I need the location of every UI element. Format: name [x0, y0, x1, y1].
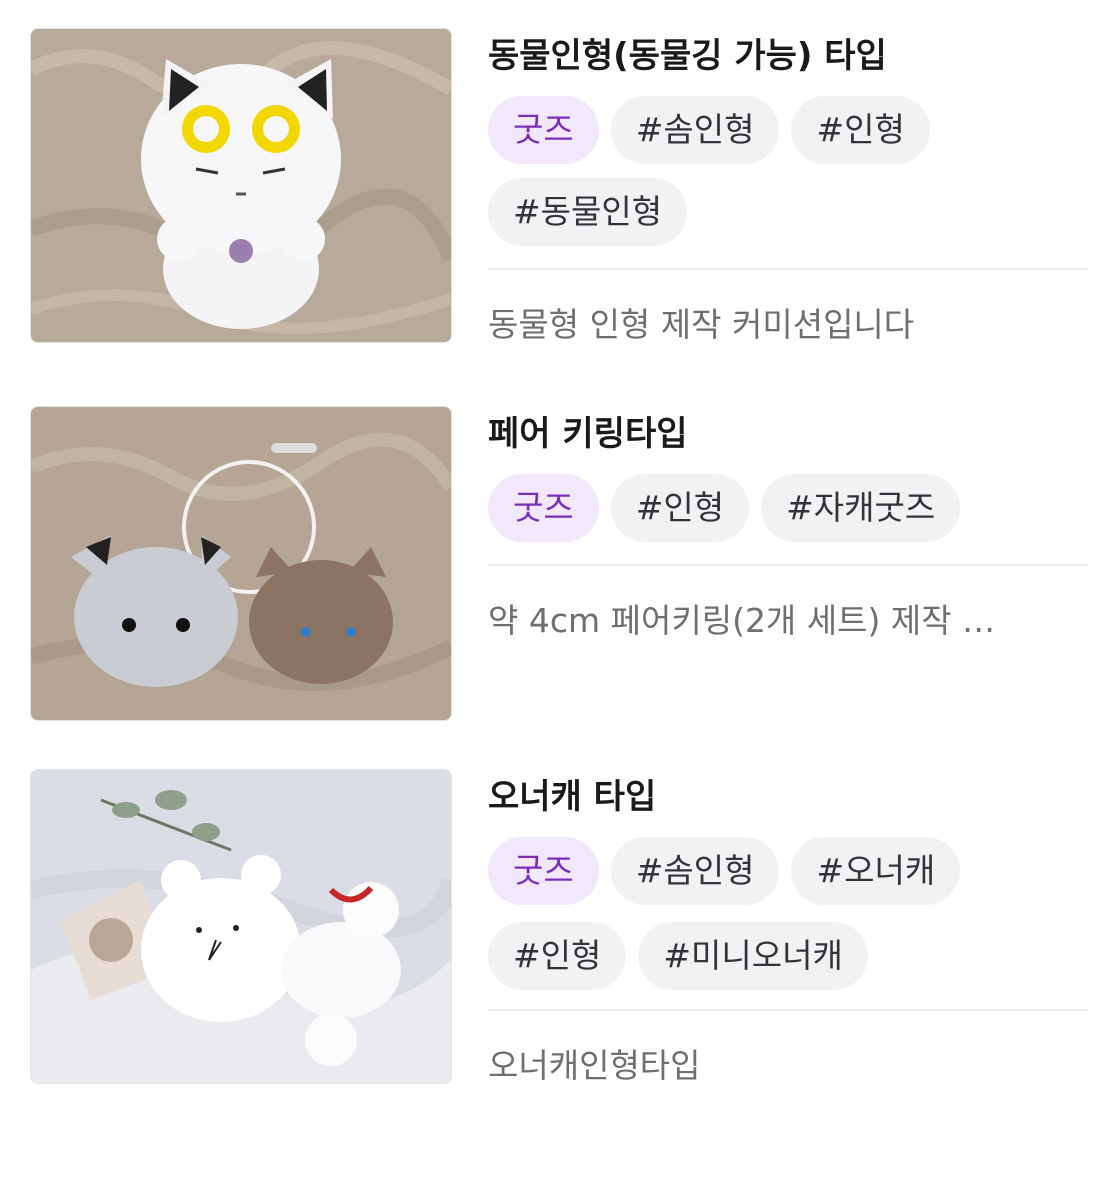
plush-keyring-image [31, 407, 451, 720]
tag-list: 굿즈 #솜인형 #오너캐 #인형 #미니오너캐 [488, 837, 1088, 993]
category-tag[interactable]: 굿즈 [488, 96, 599, 164]
hashtag[interactable]: #동물인형 [488, 178, 688, 246]
item-info: 동물인형(동물깅 가능) 타입 굿즈 #솜인형 #인형 #동물인형 동물형 인형… [488, 28, 1088, 346]
product-thumbnail[interactable] [30, 406, 452, 721]
plush-cat-image [31, 29, 451, 342]
category-tag[interactable]: 굿즈 [488, 474, 599, 542]
tag-list: 굿즈 #솜인형 #인형 #동물인형 [488, 96, 1088, 246]
commission-list: 동물인형(동물깅 가능) 타입 굿즈 #솜인형 #인형 #동물인형 동물형 인형… [0, 0, 1117, 1200]
hashtag[interactable]: #인형 [791, 96, 930, 164]
list-item[interactable]: 동물인형(동물깅 가능) 타입 굿즈 #솜인형 #인형 #동물인형 동물형 인형… [0, 28, 1117, 348]
plush-bird-image [31, 770, 451, 1083]
item-description: 약 4cm 페어키링(2개 세트) 제작 … [488, 601, 996, 640]
item-description: 동물형 인형 제작 커미션입니다 [488, 305, 915, 344]
list-item[interactable]: 페어 키링타입 굿즈 #인형 #자캐굿즈 약 4cm 페어키링(2개 세트) 제… [0, 406, 1117, 721]
item-title[interactable]: 페어 키링타입 [488, 412, 1088, 456]
hashtag[interactable]: #미니오너캐 [638, 922, 868, 990]
hashtag[interactable]: #인형 [610, 474, 750, 542]
item-title[interactable]: 동물인형(동물깅 가능) 타입 [488, 34, 1088, 78]
item-info: 페어 키링타입 굿즈 #인형 #자캐굿즈 약 4cm 페어키링(2개 세트) 제… [488, 406, 1088, 642]
divider [488, 1009, 1088, 1011]
hashtag[interactable]: #솜인형 [610, 837, 780, 905]
product-thumbnail[interactable] [30, 769, 452, 1084]
category-tag[interactable]: 굿즈 [488, 837, 599, 905]
item-info: 오너캐 타입 굿즈 #솜인형 #오너캐 #인형 #미니오너캐 오너캐인형타입 [488, 769, 1088, 1087]
item-description: 오너캐인형타입 [488, 1046, 701, 1085]
list-item[interactable]: 오너캐 타입 굿즈 #솜인형 #오너캐 #인형 #미니오너캐 오너캐인형타입 [0, 769, 1117, 1085]
item-title[interactable]: 오너캐 타입 [488, 775, 1088, 819]
product-thumbnail[interactable] [30, 28, 452, 343]
hashtag[interactable]: #인형 [488, 922, 627, 990]
hashtag[interactable]: #자캐굿즈 [761, 474, 961, 542]
divider [488, 564, 1088, 566]
divider [488, 268, 1088, 270]
hashtag[interactable]: #오너캐 [791, 837, 961, 905]
tag-list: 굿즈 #인형 #자캐굿즈 [488, 474, 1088, 542]
hashtag[interactable]: #솜인형 [610, 96, 780, 164]
